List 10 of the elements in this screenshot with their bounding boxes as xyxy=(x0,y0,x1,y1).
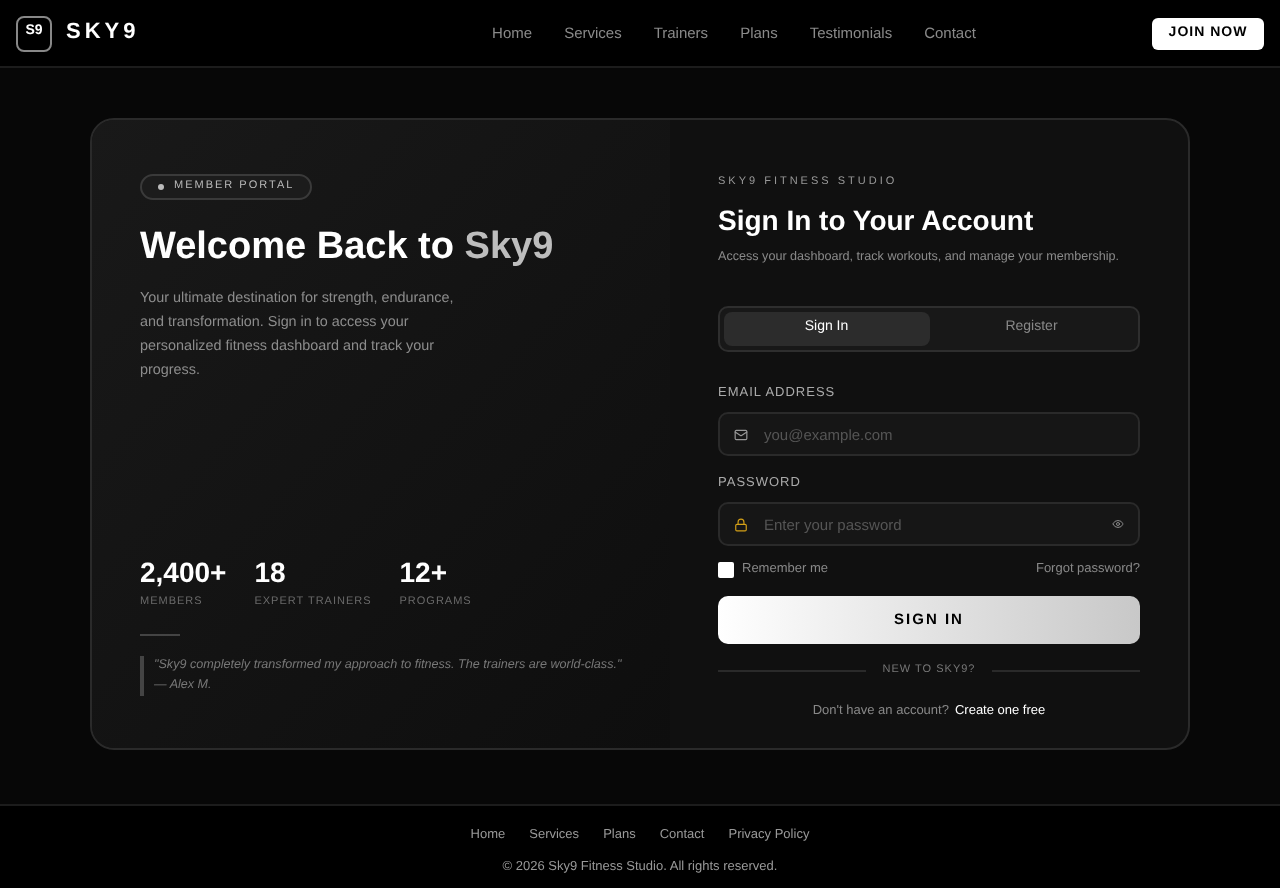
brand-name: SKY9 xyxy=(66,18,140,49)
stat-value: 18 xyxy=(254,555,288,588)
form-title: Sign In to Your Account xyxy=(718,202,1036,241)
stat-value: 2,400+ xyxy=(140,555,227,588)
mail-icon xyxy=(734,427,748,442)
welcome-heading: Welcome Back to Sky9 xyxy=(140,226,556,270)
remember-checkbox[interactable] xyxy=(718,562,734,579)
show-password-icon[interactable] xyxy=(1112,518,1124,531)
lock-icon xyxy=(734,517,748,532)
stat-value: 12+ xyxy=(399,555,450,588)
